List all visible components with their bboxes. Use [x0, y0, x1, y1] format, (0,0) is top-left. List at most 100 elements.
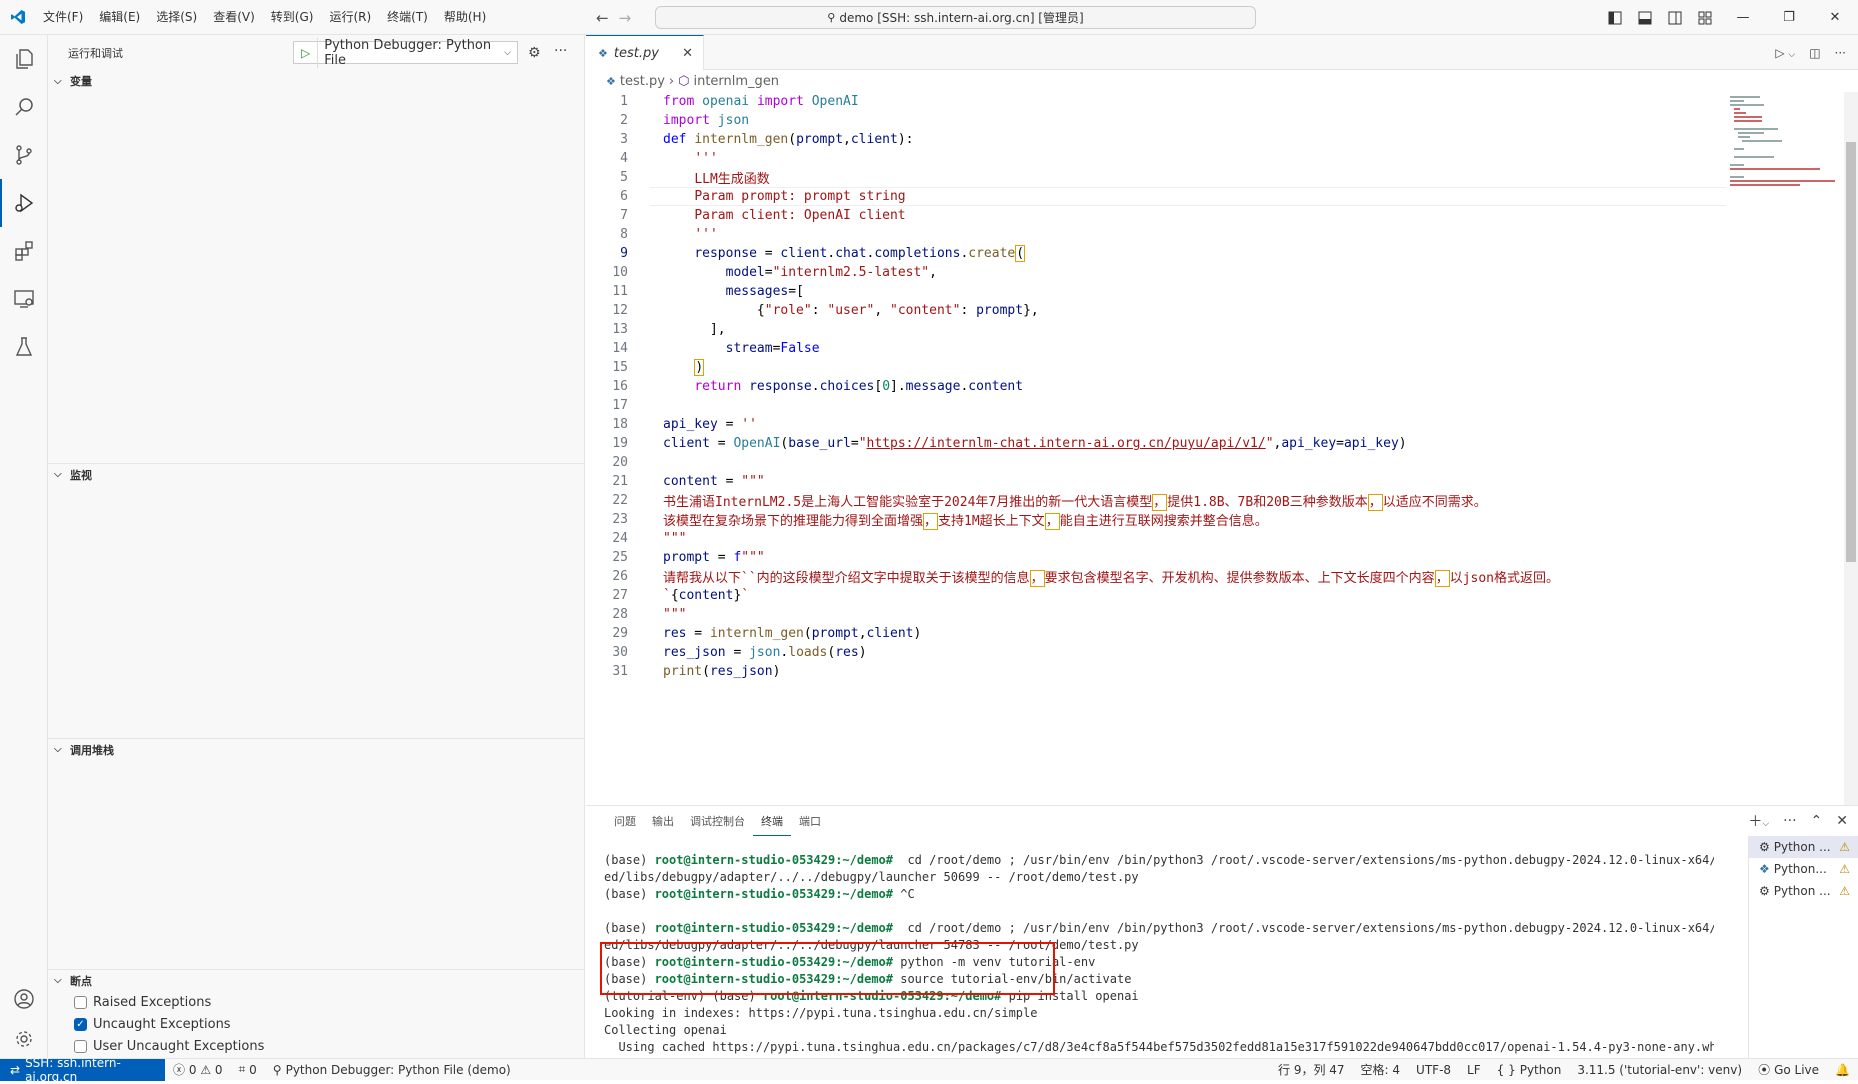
- activity-bar: [0, 35, 48, 1058]
- start-debug-icon[interactable]: ▷: [294, 46, 317, 60]
- status-bar: ⇄ SSH: ssh.intern-ai.org.cn ⓧ 0 ⚠ 0 ⌗ 0 ⚲…: [0, 1056, 1858, 1084]
- breakpoints-section: ⌵ 断点 Raised Exceptions ✓ Uncaught Exceptio…: [48, 969, 585, 1057]
- chevron-down-icon: ⌵: [54, 975, 62, 986]
- run-python-file-icon[interactable]: ▷ ⌵: [1775, 46, 1795, 60]
- testing-icon[interactable]: [0, 323, 48, 371]
- menu-item[interactable]: 终端(T): [379, 0, 436, 35]
- go-live[interactable]: ⦿ Go Live: [1750, 1059, 1827, 1081]
- forward-arrow-icon[interactable]: →: [619, 9, 632, 27]
- menu-item[interactable]: 转到(G): [263, 0, 322, 35]
- debug-settings-gear-icon[interactable]: ⚙: [528, 45, 541, 61]
- encoding[interactable]: UTF-8: [1408, 1059, 1459, 1081]
- explorer-icon[interactable]: [0, 35, 48, 83]
- debug-config-select[interactable]: ▷ Python Debugger: Python File ⌵: [293, 37, 518, 68]
- indentation[interactable]: 空格: 4: [1353, 1059, 1409, 1081]
- panel-tab[interactable]: 调试控制台: [682, 806, 753, 836]
- section-callstack-label: 调用堆栈: [70, 743, 114, 757]
- warning-count: 0: [214, 1062, 223, 1077]
- menu-item[interactable]: 运行(R): [321, 0, 379, 35]
- panel-tab[interactable]: 端口: [791, 806, 829, 836]
- code-line: 12 {"role": "user", "content": prompt},: [612, 303, 1039, 318]
- panel-tabs: 问题 输出 调试控制台 终端 端口: [586, 806, 1858, 836]
- breadcrumb-file[interactable]: test.py: [620, 74, 665, 89]
- more-actions-icon[interactable]: ···: [554, 43, 567, 59]
- checkbox-checked[interactable]: ✓: [74, 1017, 87, 1031]
- maximize-panel-icon[interactable]: ⌃: [1811, 813, 1823, 829]
- cursor-position-label: 行 9，列 47: [1278, 1063, 1345, 1077]
- breakpoint-user-uncaught-exceptions[interactable]: User Uncaught Exceptions: [48, 1035, 585, 1057]
- terminal-command: Looking in indexes: https://pypi.tuna.ts…: [604, 1006, 1038, 1020]
- interpreter-label: 3.11.5 ('tutorial-env': venv): [1577, 1062, 1743, 1077]
- more-actions-icon[interactable]: ···: [1783, 813, 1796, 829]
- warning-icon: ⚠: [1839, 862, 1850, 876]
- restore-icon[interactable]: ❐: [1766, 0, 1812, 35]
- section-breakpoints[interactable]: ⌵ 断点: [48, 969, 585, 991]
- close-window-icon[interactable]: ✕: [1812, 0, 1858, 35]
- customize-layout-icon[interactable]: [1690, 0, 1720, 35]
- terminal-item[interactable]: ❖ Python... ⚠: [1749, 858, 1858, 880]
- chevron-down-icon: ⌵: [54, 469, 62, 480]
- search-icon[interactable]: [0, 83, 48, 131]
- extensions-icon[interactable]: [0, 227, 48, 275]
- terminal-command: cd /root/demo ; /usr/bin/env /bin/python…: [893, 853, 1714, 867]
- code-line: 21 content = """: [612, 474, 765, 489]
- problems-indicator[interactable]: ⓧ 0 ⚠ 0: [165, 1059, 231, 1081]
- minimap[interactable]: [1730, 92, 1840, 192]
- command-center[interactable]: ⚲ demo [SSH: ssh.intern-ai.org.cn] [管理员]: [655, 6, 1256, 29]
- terminal-item[interactable]: ⚙ Python ... ⚠: [1749, 880, 1858, 902]
- new-terminal-icon[interactable]: ＋⌵: [1748, 811, 1769, 831]
- source-control-icon[interactable]: [0, 131, 48, 179]
- function-symbol-icon: ⬡: [678, 73, 690, 89]
- tab-test-py[interactable]: ❖ test.py ✕: [586, 35, 704, 70]
- remote-icon: ⇄: [10, 1062, 21, 1077]
- eol[interactable]: LF: [1459, 1059, 1489, 1081]
- ports-indicator[interactable]: ⌗ 0: [231, 1059, 265, 1081]
- close-panel-icon[interactable]: ✕: [1836, 813, 1848, 829]
- code-line: 19 client = OpenAI(base_url="https://inte…: [612, 436, 1407, 451]
- minimize-icon[interactable]: —: [1720, 0, 1766, 35]
- menu-item[interactable]: 文件(F): [35, 0, 91, 35]
- breakpoint-uncaught-exceptions[interactable]: ✓ Uncaught Exceptions: [48, 1013, 585, 1035]
- back-arrow-icon[interactable]: ←: [596, 9, 609, 27]
- language-label: Python: [1519, 1062, 1562, 1077]
- panel-tab[interactable]: 输出: [644, 806, 682, 836]
- editor-scrollbar[interactable]: [1844, 92, 1858, 805]
- close-tab-icon[interactable]: ✕: [682, 46, 693, 61]
- remote-explorer-icon[interactable]: [0, 275, 48, 323]
- code-line: 17: [612, 398, 628, 413]
- breakpoint-label: Uncaught Exceptions: [93, 1016, 231, 1032]
- scrollbar-thumb[interactable]: [1846, 142, 1856, 562]
- run-debug-sidebar: 运行和调试 ▷ Python Debugger: Python File ⌵ ⚙…: [48, 35, 585, 1058]
- terminal-line: Collecting openai: [604, 1023, 1714, 1040]
- checkbox[interactable]: [74, 1039, 87, 1053]
- terminal-env: (base): [604, 853, 655, 867]
- run-and-debug-icon[interactable]: [0, 179, 48, 227]
- menu-item[interactable]: 查看(V): [205, 0, 263, 35]
- checkbox[interactable]: [74, 995, 87, 1009]
- menu-item[interactable]: 选择(S): [148, 0, 205, 35]
- interpreter[interactable]: 3.11.5 ('tutorial-env': venv): [1569, 1059, 1750, 1081]
- section-variables[interactable]: ⌵ 变量: [48, 70, 584, 92]
- language-mode[interactable]: { } Python: [1489, 1059, 1570, 1081]
- split-editor-icon[interactable]: ◫: [1809, 46, 1820, 60]
- breadcrumb-symbol[interactable]: internlm_gen: [693, 74, 779, 89]
- breadcrumb: ❖ test.py › ⬡ internlm_gen: [586, 70, 1858, 92]
- section-callstack[interactable]: ⌵ 调用堆栈: [48, 738, 585, 760]
- debug-indicator[interactable]: ⚲ Python Debugger: Python File (demo): [265, 1059, 519, 1081]
- more-actions-icon[interactable]: ···: [1835, 46, 1846, 60]
- terminal-item[interactable]: ⚙ Python ... ⚠: [1749, 836, 1858, 858]
- menu-item[interactable]: 编辑(E): [91, 0, 148, 35]
- menu-item[interactable]: 帮助(H): [436, 0, 494, 35]
- breakpoint-raised-exceptions[interactable]: Raised Exceptions: [48, 991, 585, 1013]
- section-watch[interactable]: ⌵ 监视: [48, 463, 585, 485]
- panel-tab[interactable]: 问题: [606, 806, 644, 836]
- toggle-sidebar-icon[interactable]: [1600, 0, 1630, 35]
- remote-indicator[interactable]: ⇄ SSH: ssh.intern-ai.org.cn: [0, 1056, 165, 1084]
- toggle-secondary-sidebar-icon[interactable]: [1660, 0, 1690, 35]
- toggle-panel-icon[interactable]: [1630, 0, 1660, 35]
- code-editor[interactable]: 1 from openai import OpenAI 2 import json …: [586, 92, 1726, 681]
- panel-tab[interactable]: 终端: [753, 806, 791, 836]
- cursor-position[interactable]: 行 9，列 47: [1270, 1059, 1353, 1081]
- chevron-down-icon: ⌵: [504, 47, 511, 58]
- notifications-bell-icon[interactable]: 🔔: [1827, 1059, 1858, 1081]
